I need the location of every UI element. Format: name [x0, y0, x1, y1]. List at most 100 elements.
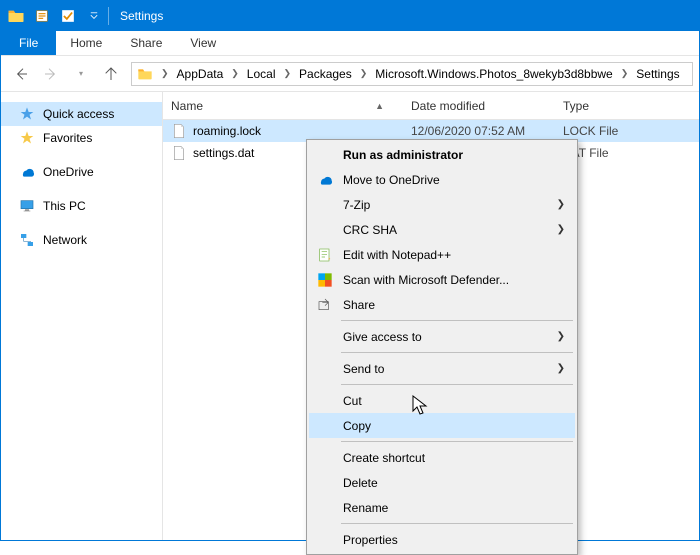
ctx-label: Cut [343, 394, 362, 408]
defender-icon [317, 272, 333, 288]
sidebar-item-label: This PC [43, 199, 86, 213]
up-button[interactable] [97, 60, 125, 88]
chevron-right-icon: ❯ [557, 199, 565, 210]
ctx-edit-notepad[interactable]: Edit with Notepad++ [309, 242, 575, 267]
sidebar-item-network[interactable]: Network [1, 228, 162, 252]
ctx-7zip[interactable]: 7-Zip ❯ [309, 192, 575, 217]
chevron-right-icon: ❯ [557, 224, 565, 235]
ctx-label: Share [343, 298, 375, 312]
tab-view[interactable]: View [176, 31, 230, 55]
ctx-send-to[interactable]: Send to ❯ [309, 356, 575, 381]
navbar: ▾ ❯ AppData ❯ Local ❯ Packages ❯ Microso… [1, 56, 699, 92]
file-date: 12/06/2020 07:52 AM [403, 124, 555, 138]
ctx-copy[interactable]: Copy [309, 413, 575, 438]
star-icon [19, 106, 35, 122]
checkmark-icon [57, 5, 79, 27]
ctx-move-onedrive[interactable]: Move to OneDrive [309, 167, 575, 192]
ctx-give-access[interactable]: Give access to ❯ [309, 324, 575, 349]
separator [341, 523, 573, 524]
chevron-right-icon[interactable]: ❯ [618, 68, 632, 79]
qat-dropdown-btn[interactable] [83, 5, 105, 27]
ctx-properties[interactable]: Properties [309, 527, 575, 552]
folder-icon [134, 63, 158, 85]
quick-access-toolbar [5, 5, 105, 27]
titlebar: Settings [1, 1, 699, 31]
sort-ascending-icon: ▲ [375, 101, 394, 111]
ctx-label: Edit with Notepad++ [343, 248, 451, 262]
crumb-package-name[interactable]: Microsoft.Windows.Photos_8wekyb3d8bbwe [370, 63, 617, 85]
tab-home[interactable]: Home [56, 31, 116, 55]
file-icon [171, 145, 187, 161]
ctx-label: Run as administrator [343, 148, 463, 162]
onedrive-icon [19, 164, 35, 180]
crumb-settings[interactable]: Settings [631, 63, 684, 85]
chevron-right-icon[interactable]: ❯ [158, 68, 172, 79]
column-label: Type [563, 99, 589, 113]
chevron-right-icon[interactable]: ❯ [280, 68, 294, 79]
ctx-cut[interactable]: Cut [309, 388, 575, 413]
tab-file[interactable]: File [1, 31, 56, 55]
ctx-label: Rename [343, 501, 388, 515]
ctx-label: Create shortcut [343, 451, 425, 465]
sidebar-item-label: Favorites [43, 131, 92, 145]
sidebar-item-this-pc[interactable]: This PC [1, 194, 162, 218]
chevron-right-icon: ❯ [557, 363, 565, 374]
sidebar-item-quick-access[interactable]: Quick access [1, 102, 162, 126]
sidebar-item-label: OneDrive [43, 165, 94, 179]
ctx-create-shortcut[interactable]: Create shortcut [309, 445, 575, 470]
ctx-label: Move to OneDrive [343, 173, 440, 187]
ribbon-tabs: File Home Share View [1, 31, 699, 56]
star-icon [19, 130, 35, 146]
column-label: Date modified [411, 99, 485, 113]
sidebar-item-label: Quick access [43, 107, 114, 121]
column-header-type[interactable]: Type [555, 92, 699, 119]
column-label: Name [171, 99, 203, 113]
separator [341, 320, 573, 321]
ctx-label: 7-Zip [343, 198, 370, 212]
ctx-label: Delete [343, 476, 378, 490]
ctx-label: Give access to [343, 330, 422, 344]
sidebar-item-onedrive[interactable]: OneDrive [1, 160, 162, 184]
ctx-label: Copy [343, 419, 371, 433]
ctx-label: Properties [343, 533, 398, 547]
separator [341, 384, 573, 385]
file-type: LOCK File [555, 124, 699, 138]
network-icon [19, 232, 35, 248]
folder-icon [5, 5, 27, 27]
ctx-run-as-admin[interactable]: Run as administrator [309, 142, 575, 167]
ctx-delete[interactable]: Delete [309, 470, 575, 495]
crumb-packages[interactable]: Packages [294, 63, 357, 85]
back-button[interactable] [7, 60, 35, 88]
column-header-name[interactable]: Name ▲ [163, 92, 403, 119]
ctx-scan-defender[interactable]: Scan with Microsoft Defender... [309, 267, 575, 292]
ctx-share[interactable]: Share [309, 292, 575, 317]
crumb-local[interactable]: Local [242, 63, 281, 85]
recent-locations-button[interactable]: ▾ [67, 60, 95, 88]
pc-icon [19, 198, 35, 214]
file-name: settings.dat [193, 146, 254, 160]
tab-share[interactable]: Share [116, 31, 176, 55]
separator [341, 352, 573, 353]
share-icon [317, 297, 333, 313]
sidebar-item-label: Network [43, 233, 87, 247]
navigation-pane: Quick access Favorites OneDrive This PC … [1, 92, 163, 540]
chevron-right-icon[interactable]: ❯ [228, 68, 242, 79]
ctx-rename[interactable]: Rename [309, 495, 575, 520]
file-name: roaming.lock [193, 124, 261, 138]
chevron-right-icon[interactable]: ❯ [357, 68, 371, 79]
window-title: Settings [120, 9, 163, 23]
forward-button[interactable] [37, 60, 65, 88]
qat-properties-btn[interactable] [31, 5, 53, 27]
sidebar-item-favorites[interactable]: Favorites [1, 126, 162, 150]
ctx-label: Send to [343, 362, 384, 376]
column-header-date[interactable]: Date modified [403, 92, 555, 119]
separator [341, 441, 573, 442]
file-icon [171, 123, 187, 139]
ctx-crc-sha[interactable]: CRC SHA ❯ [309, 217, 575, 242]
divider [108, 7, 109, 25]
chevron-right-icon: ❯ [557, 331, 565, 342]
breadcrumb[interactable]: ❯ AppData ❯ Local ❯ Packages ❯ Microsoft… [131, 62, 693, 86]
context-menu: Run as administrator Move to OneDrive 7-… [306, 139, 578, 555]
crumb-appdata[interactable]: AppData [172, 63, 229, 85]
ctx-label: Scan with Microsoft Defender... [343, 273, 509, 287]
